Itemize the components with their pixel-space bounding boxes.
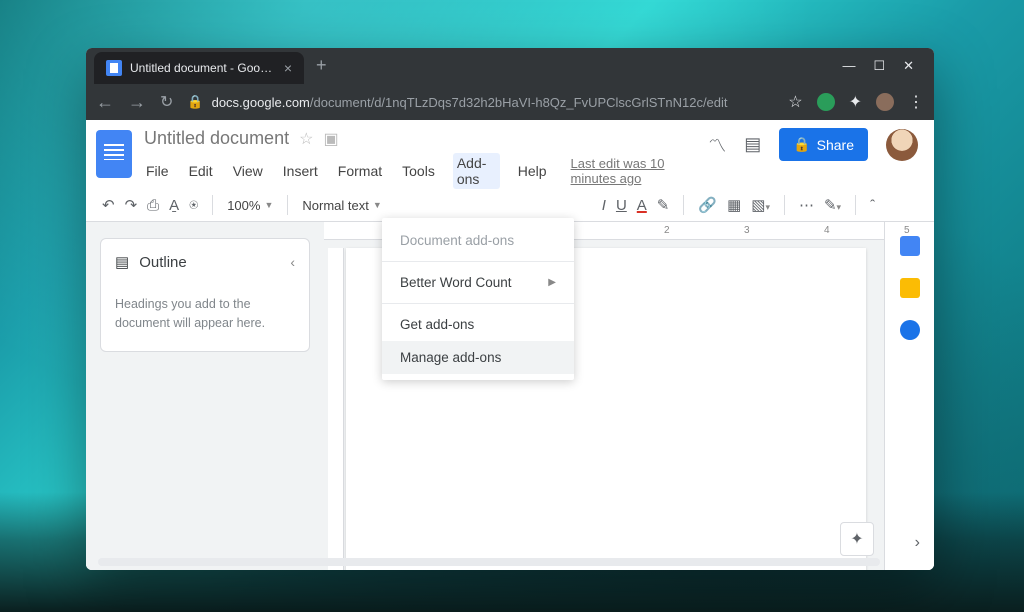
calendar-icon[interactable] (900, 236, 920, 256)
url-field[interactable]: 🔒 docs.google.com/document/d/1nqTLzDqs7d… (187, 94, 774, 110)
share-label: Share (817, 137, 854, 153)
keep-icon[interactable] (900, 278, 920, 298)
redo-icon[interactable]: ↷ (125, 196, 138, 214)
new-tab-button[interactable]: + (304, 48, 339, 84)
profile-avatar-icon[interactable] (876, 93, 894, 111)
explore-button[interactable]: ✦ (840, 522, 874, 556)
chrome-window: Untitled document - Google Doc × + — ☐ ✕… (86, 48, 934, 570)
horizontal-scrollbar[interactable] (98, 558, 880, 566)
docs-logo-icon[interactable] (96, 130, 132, 178)
last-edit-link[interactable]: Last edit was 10 minutes ago (571, 156, 697, 186)
dropdown-better-word-count[interactable]: Better Word Count▶ (382, 266, 574, 299)
star-icon[interactable]: ☆ (299, 129, 313, 149)
highlight-icon[interactable]: ✎ (657, 196, 670, 214)
activity-icon[interactable]: 〽 (708, 132, 726, 158)
reload-button[interactable]: ↻ (160, 92, 173, 112)
document-title[interactable]: Untitled document (144, 128, 289, 149)
move-folder-icon[interactable]: ▣ (323, 129, 338, 149)
tasks-icon[interactable] (900, 320, 920, 340)
zoom-select[interactable]: 100%▼ (227, 198, 273, 213)
dropdown-get-addons[interactable]: Get add-ons (382, 308, 574, 341)
minimize-button[interactable]: — (842, 58, 855, 74)
share-button[interactable]: 🔒 Share (779, 128, 868, 161)
outline-panel: ▤ Outline ‹ Headings you add to the docu… (86, 222, 318, 570)
menu-edit[interactable]: Edit (187, 161, 215, 181)
address-bar: ← → ↻ 🔒 docs.google.com/document/d/1nqTL… (86, 84, 934, 120)
account-avatar[interactable] (886, 129, 918, 161)
hide-side-panel-icon[interactable]: › (915, 534, 920, 552)
docs-favicon (106, 60, 122, 76)
close-tab-icon[interactable]: × (284, 60, 292, 76)
extensions-icon[interactable]: ✦ (849, 92, 862, 112)
vertical-ruler[interactable] (328, 248, 344, 570)
browser-tab[interactable]: Untitled document - Google Doc × (94, 52, 304, 84)
outline-icon: ▤ (115, 253, 129, 271)
outline-title: Outline (139, 254, 187, 271)
extension-beta-icon[interactable] (817, 93, 835, 111)
window-controls: — ☐ ✕ (830, 58, 926, 74)
ruler-tick: 2 (664, 225, 670, 236)
collapse-outline-icon[interactable]: ‹ (290, 254, 295, 270)
menu-view[interactable]: View (231, 161, 265, 181)
addons-dropdown: Document add-ons Better Word Count▶ Get … (382, 218, 574, 380)
google-docs-app: Untitled document ☆ ▣ File Edit View Ins… (86, 120, 934, 570)
italic-icon[interactable]: I (602, 197, 606, 214)
more-icon[interactable]: ⋯ (799, 196, 814, 214)
dropdown-document-addons[interactable]: Document add-ons (382, 224, 574, 257)
insert-comment-icon[interactable]: ▦ (727, 196, 741, 214)
paragraph-style-select[interactable]: Normal text▼ (302, 198, 381, 213)
close-window-button[interactable]: ✕ (903, 58, 914, 74)
spellcheck-icon[interactable]: A̱ (169, 197, 179, 214)
chrome-menu-icon[interactable]: ⋮ (908, 92, 924, 112)
insert-image-icon[interactable]: ▧▾ (751, 196, 770, 214)
docs-header: Untitled document ☆ ▣ File Edit View Ins… (86, 120, 934, 189)
undo-icon[interactable]: ↶ (102, 196, 115, 214)
print-icon[interactable]: ⎙ (147, 197, 159, 214)
comments-icon[interactable]: ▤ (744, 134, 761, 155)
ruler-tick: 3 (744, 225, 750, 236)
paint-format-icon[interactable]: ⍟ (189, 197, 198, 214)
menu-insert[interactable]: Insert (281, 161, 320, 181)
underline-icon[interactable]: U (616, 197, 627, 214)
menu-addons[interactable]: Add-ons (453, 153, 500, 189)
menu-format[interactable]: Format (336, 161, 384, 181)
forward-button[interactable]: → (128, 92, 146, 113)
menu-bar: File Edit View Insert Format Tools Add-o… (144, 153, 696, 189)
submenu-arrow-icon: ▶ (548, 277, 556, 288)
dropdown-manage-addons[interactable]: Manage add-ons (382, 341, 574, 374)
menu-tools[interactable]: Tools (400, 161, 437, 181)
ruler-tick: 5 (904, 225, 910, 236)
menu-file[interactable]: File (144, 161, 171, 181)
insert-link-icon[interactable]: 🔗 (698, 196, 717, 214)
side-panel (884, 222, 934, 570)
chrome-tab-bar: Untitled document - Google Doc × + — ☐ ✕ (86, 48, 934, 84)
menu-help[interactable]: Help (516, 161, 549, 181)
ruler-tick: 4 (824, 225, 830, 236)
lock-icon: 🔒 (187, 94, 203, 110)
outline-hint: Headings you add to the document will ap… (115, 295, 295, 337)
tab-title: Untitled document - Google Doc (130, 61, 276, 75)
maximize-button[interactable]: ☐ (873, 58, 885, 74)
bookmark-star-icon[interactable]: ☆ (788, 92, 802, 112)
hide-menus-icon[interactable]: ˆ (870, 197, 875, 214)
url-text: docs.google.com/document/d/1nqTLzDqs7d32… (212, 95, 728, 110)
lock-icon: 🔒 (793, 136, 810, 153)
text-color-icon[interactable]: A (637, 197, 647, 214)
back-button[interactable]: ← (96, 92, 114, 113)
editing-mode-icon[interactable]: ✎▾ (824, 196, 841, 214)
